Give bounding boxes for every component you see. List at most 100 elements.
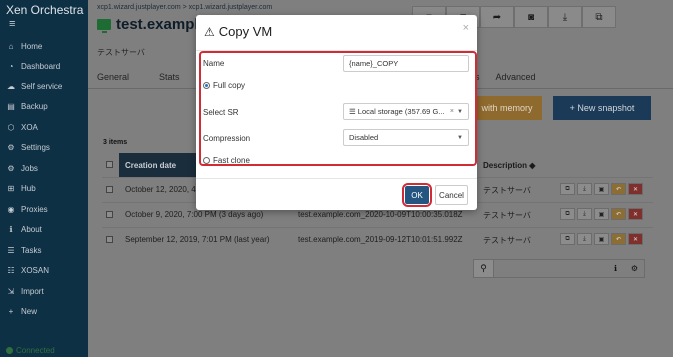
sidebar-item-label: Proxies: [21, 204, 48, 214]
highlight-frame: [199, 51, 477, 166]
sidebar-item-label: Import: [21, 286, 44, 296]
column-description[interactable]: Description ◆: [483, 161, 535, 170]
sidebar-item-dashboard[interactable]: ◔ Dashboard: [6, 59, 61, 73]
duplicate-icon[interactable]: ▣: [594, 208, 609, 220]
copy-button[interactable]: ⧉: [582, 6, 616, 28]
export-button[interactable]: ⤓: [548, 6, 582, 28]
export-icon[interactable]: ⤓: [577, 183, 592, 195]
sidebar-item-proxies[interactable]: ◉ Proxies: [6, 202, 48, 216]
sidebar-item-home[interactable]: ⌂ Home: [6, 39, 43, 53]
duplicate-icon[interactable]: ▣: [594, 183, 609, 195]
revert-icon[interactable]: ↶: [611, 208, 626, 220]
delete-icon[interactable]: ✕: [628, 208, 643, 220]
sidebar-item-label: XOA: [21, 122, 38, 132]
migrate-button[interactable]: ➦: [480, 6, 514, 28]
gear-icon: ⚙: [7, 142, 15, 152]
sidebar-item-about[interactable]: ℹ About: [6, 222, 42, 236]
row-actions: ⧉ ⤓ ▣ ↶ ✕: [560, 233, 643, 245]
share-icon: ➦: [492, 11, 502, 23]
tab-general[interactable]: General: [97, 72, 129, 82]
row-checkbox[interactable]: [106, 236, 113, 243]
cancel-button[interactable]: Cancel: [435, 185, 468, 205]
sidebar-item-backup[interactable]: ▤ Backup: [6, 99, 48, 113]
export-icon[interactable]: ⤓: [577, 233, 592, 245]
status-dot-icon: [6, 347, 13, 355]
connection-status-label: Connected: [16, 346, 55, 355]
sidebar-item-label: Dashboard: [21, 61, 61, 71]
sidebar-item-hub[interactable]: ⊞ Hub: [6, 181, 36, 195]
snapshot-description: テストサーバ: [483, 186, 531, 195]
delete-icon[interactable]: ✕: [628, 233, 643, 245]
sidebar-item-label: Backup: [21, 101, 48, 111]
fast-clone-option[interactable]: Fast clone: [203, 156, 250, 165]
duplicate-icon[interactable]: ▣: [594, 233, 609, 245]
row-checkbox[interactable]: [106, 186, 113, 193]
warning-icon: ⚠: [204, 24, 215, 39]
hub-icon: ⊞: [7, 183, 15, 193]
fast-clone-radio[interactable]: [203, 157, 210, 164]
sidebar-item-import[interactable]: ⇲ Import: [6, 284, 44, 298]
row-actions: ⧉ ⤓ ▣ ↶ ✕: [560, 183, 643, 195]
tab-stats[interactable]: Stats: [159, 72, 180, 82]
items-count: 3 items: [103, 139, 128, 146]
new-snapshot-button[interactable]: + New snapshot: [553, 96, 651, 120]
sidebar-item-tasks[interactable]: ☰ Tasks: [6, 243, 41, 257]
connection-status: Connected: [6, 346, 55, 355]
hamburger-icon[interactable]: ≡: [9, 19, 15, 30]
copy-icon: ⧉: [595, 11, 603, 23]
database-icon: ☷: [7, 265, 15, 275]
sidebar-item-label: About: [21, 224, 42, 234]
sidebar-item-jobs[interactable]: ⚙ Jobs: [6, 161, 38, 175]
xoa-icon: ⬡: [7, 122, 15, 132]
snapshot-with-memory-button[interactable]: with memory: [472, 96, 542, 120]
sidebar-item-label: Home: [21, 41, 43, 51]
sidebar-item-settings[interactable]: ⚙ Settings: [6, 140, 50, 154]
sidebar-item-label: Tasks: [21, 245, 42, 255]
select-all-checkbox[interactable]: [106, 161, 113, 168]
export-icon[interactable]: ⤓: [577, 208, 592, 220]
info-icon[interactable]: ℹ: [606, 260, 625, 277]
jobs-icon: ⚙: [7, 163, 15, 173]
sidebar-item-label: XOSAN: [21, 265, 50, 275]
row-actions: ⧉ ⤓ ▣ ↶ ✕: [560, 208, 643, 220]
sidebar-item-self-service[interactable]: ☁ Self service: [6, 79, 62, 93]
breadcrumb[interactable]: xcp1.wizard.justplayer.com > xcp1.wizard…: [97, 4, 272, 11]
vm-title: test.example: [116, 16, 207, 33]
sidebar-item-xoa[interactable]: ⬡ XOA: [6, 120, 38, 134]
row-checkbox[interactable]: [106, 211, 113, 218]
table-row: September 12, 2019, 7:01 PM (last year) …: [102, 227, 653, 251]
home-icon: ⌂: [8, 41, 14, 51]
filter-input[interactable]: [494, 260, 606, 277]
import-icon: ⇲: [7, 286, 15, 296]
sidebar-item-label: Settings: [21, 142, 50, 152]
sidebar-item-new[interactable]: + New: [6, 304, 37, 318]
copy-icon[interactable]: ⧉: [560, 208, 575, 220]
sidebar-item-label: Hub: [21, 183, 36, 193]
close-icon[interactable]: ×: [463, 22, 469, 34]
snapshot-now-button[interactable]: ◙: [514, 6, 548, 28]
revert-icon[interactable]: ↶: [611, 183, 626, 195]
table-filter: ⚲ ℹ ⚙: [473, 259, 645, 278]
snapshot-name: test.example.com_2019-09-12T10:01:51.992…: [298, 235, 463, 244]
desktop-icon: [97, 19, 111, 33]
snapshot-date: October 12, 2020, 4:3: [125, 185, 203, 194]
revert-icon[interactable]: ↶: [611, 233, 626, 245]
fast-clone-label: Fast clone: [213, 156, 250, 165]
delete-icon[interactable]: ✕: [628, 183, 643, 195]
camera-icon: ◙: [527, 11, 535, 23]
app-brand[interactable]: Xen Orchestra: [6, 3, 83, 17]
download-icon: ⤓: [562, 11, 568, 23]
sidebar: Xen Orchestra ≡ ⌂ Home ◔ Dashboard ☁ Self s…: [0, 0, 88, 357]
tab-bar-right: gs Advanced: [470, 72, 536, 82]
cloud-icon: ☁: [7, 81, 15, 91]
copy-icon[interactable]: ⧉: [560, 183, 575, 195]
gear-icon[interactable]: ⚙: [625, 260, 644, 277]
backup-icon: ▤: [7, 101, 15, 111]
snapshot-description: テストサーバ: [483, 236, 531, 245]
tab-advanced[interactable]: Advanced: [496, 72, 536, 82]
sidebar-item-xosan[interactable]: ☷ XOSAN: [6, 263, 49, 277]
search-icon: ⚲: [474, 260, 494, 277]
snapshot-name: test.example.com_2020-10-09T10:00:35.018…: [298, 210, 463, 219]
sidebar-item-label: Jobs: [21, 163, 38, 173]
copy-icon[interactable]: ⧉: [560, 233, 575, 245]
